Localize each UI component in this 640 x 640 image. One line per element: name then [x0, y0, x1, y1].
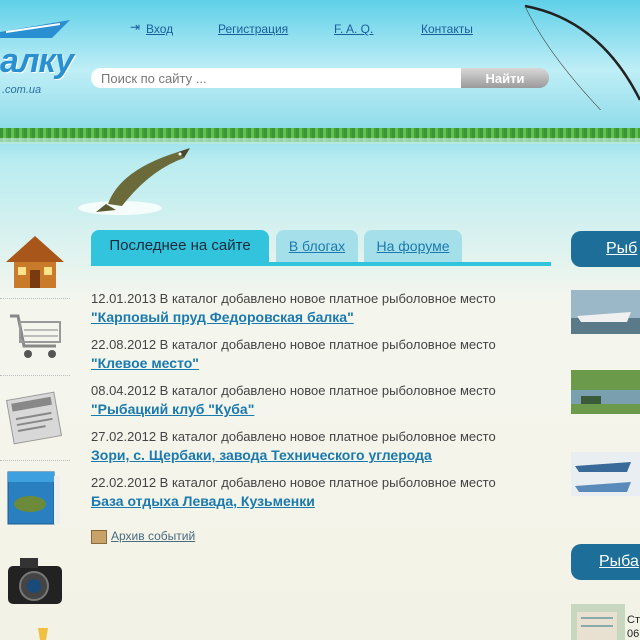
- archive-link[interactable]: Архив событий: [111, 529, 195, 543]
- news-item-link[interactable]: "Клевое место": [91, 355, 199, 371]
- camera-icon[interactable]: [4, 550, 66, 612]
- home-icon[interactable]: [4, 234, 66, 292]
- lake-thumbnail[interactable]: [571, 370, 640, 414]
- pike-fish-icon: [78, 148, 190, 215]
- search-button[interactable]: Найти: [461, 68, 549, 88]
- archive-section: Архив событий: [91, 529, 195, 544]
- fishing-book-icon[interactable]: [4, 466, 66, 528]
- news-item-text: 22.02.2012 В каталог добавлено новое пла…: [91, 475, 496, 490]
- news-item-link[interactable]: "Рыбацкий клуб "Куба": [91, 401, 254, 417]
- divider: [0, 375, 70, 376]
- news-item-link[interactable]: База отдыха Левада, Кузьменки: [91, 493, 315, 509]
- search-input[interactable]: [91, 68, 461, 88]
- divider: [0, 298, 70, 299]
- news-item-link[interactable]: Зори, с. Щербаки, завода Технического уг…: [91, 447, 432, 463]
- news-item-text: 27.02.2012 В каталог добавлено новое пла…: [91, 429, 496, 444]
- shopping-cart-icon[interactable]: [4, 312, 66, 362]
- divider: [0, 460, 70, 461]
- news-item-link[interactable]: "Карповый пруд Федоровская балка": [91, 309, 354, 325]
- right-section-header[interactable]: Рыба: [571, 544, 640, 580]
- login-icon[interactable]: ⇥: [130, 20, 140, 34]
- building-thumbnail[interactable]: [571, 604, 625, 640]
- boat-thumbnail[interactable]: [571, 290, 640, 334]
- right-item-date: 06: [627, 628, 640, 640]
- news-item-text: 12.01.2013 В каталог добавлено новое пла…: [91, 291, 496, 306]
- news-item-text: 22.08.2012 В каталог добавлено новое пла…: [91, 337, 496, 352]
- nav-register[interactable]: Регистрация: [218, 22, 288, 36]
- logo-domain: .com.ua: [2, 84, 42, 96]
- fishing-rod-icon: [524, 4, 640, 110]
- archive-icon: [91, 529, 107, 544]
- boats-thumbnail[interactable]: [571, 452, 640, 496]
- trophy-icon[interactable]: [4, 626, 66, 640]
- search-bar: Найти: [91, 68, 549, 88]
- tab-blogs[interactable]: В блогах: [276, 230, 358, 262]
- tab-latest[interactable]: Последнее на сайте: [91, 230, 269, 262]
- nav-contacts[interactable]: Контакты: [421, 22, 473, 36]
- newspaper-icon[interactable]: [4, 388, 66, 446]
- logo-boat-icon: [0, 20, 70, 38]
- tab-forum[interactable]: На форуме: [364, 230, 462, 262]
- news-item-text: 08.04.2012 В каталог добавлено новое пла…: [91, 383, 496, 398]
- tab-underline: [91, 262, 551, 266]
- nav-login[interactable]: Вход: [146, 22, 173, 36]
- logo-text[interactable]: алку: [0, 44, 74, 78]
- right-section-header[interactable]: Рыб: [571, 231, 640, 267]
- right-item-text[interactable]: Ст: [627, 614, 640, 626]
- nav-faq[interactable]: F. A. Q.: [334, 22, 373, 36]
